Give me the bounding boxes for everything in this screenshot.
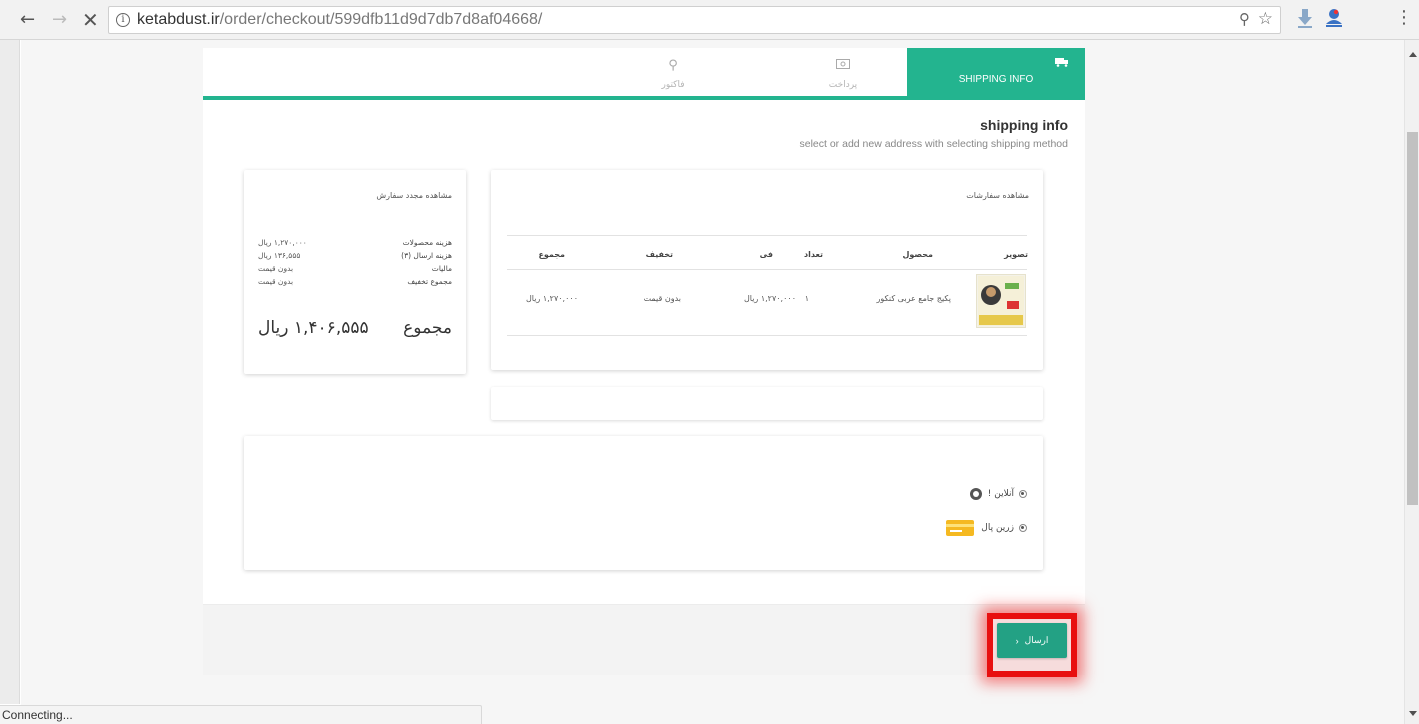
order-summary-card: مشاهده مجدد سفارش هزینه محصولات ۱,۲۷۰,۰۰… bbox=[244, 170, 466, 374]
column-header-total: مجموع bbox=[538, 250, 565, 259]
column-header-discount: تخفیف bbox=[645, 250, 673, 259]
extension-user-icon[interactable] bbox=[1324, 7, 1344, 29]
summary-title: مشاهده مجدد سفارش bbox=[376, 191, 452, 200]
bookmark-star-icon[interactable]: ☆ bbox=[1258, 9, 1273, 29]
product-thumbnail[interactable] bbox=[976, 274, 1026, 328]
stop-loading-icon[interactable]: ✕ bbox=[82, 10, 99, 30]
submit-button[interactable]: ارسال ‹ bbox=[997, 623, 1067, 658]
summary-value: ۱۳۶,۵۵۵ ریال bbox=[258, 251, 301, 260]
column-header-price: فی bbox=[759, 250, 773, 259]
kebab-menu-icon[interactable]: ⋮ bbox=[1395, 8, 1413, 28]
search-icon: ⚲ bbox=[668, 58, 678, 73]
table-divider bbox=[507, 269, 1027, 270]
forward-arrow-icon[interactable]: → bbox=[52, 10, 67, 30]
tab-payment-label: پرداخت bbox=[828, 80, 858, 90]
vertical-scrollbar[interactable] bbox=[1404, 40, 1419, 724]
summary-total-label: مجموع bbox=[403, 318, 452, 338]
url-path: /order/checkout/599dfb11d9d7db7d8af04668… bbox=[219, 11, 543, 28]
chevron-left-icon: ‹ bbox=[1015, 635, 1019, 646]
back-arrow-icon[interactable]: ← bbox=[20, 10, 35, 30]
payment-option-label: آنلاین ! bbox=[987, 489, 1014, 499]
payment-method-card: آنلاین ! زرین پال bbox=[244, 436, 1043, 570]
product-qty: ۱ bbox=[804, 294, 809, 303]
page-subtitle: select or add new address with selecting… bbox=[799, 138, 1069, 150]
book-cover-icon bbox=[978, 276, 1024, 326]
tab-shipping-label: SHIPPING INFO bbox=[958, 74, 1034, 85]
zarinpal-card-icon bbox=[946, 520, 975, 536]
summary-row: مالیات بدون قیمت bbox=[258, 264, 452, 275]
url-text[interactable]: ketabdust.ir/order/checkout/599dfb11d9d7… bbox=[137, 11, 542, 29]
column-header-product: محصول bbox=[902, 250, 933, 259]
payment-option-label: زرین پال bbox=[981, 523, 1014, 533]
column-header-qty: تعداد bbox=[804, 250, 823, 259]
address-bar[interactable]: i ketabdust.ir/order/checkout/599dfb11d9… bbox=[108, 6, 1281, 34]
radio-zarinpal[interactable] bbox=[1019, 524, 1027, 532]
truck-icon bbox=[1055, 58, 1068, 67]
summary-value: ۱,۲۷۰,۰۰۰ ریال bbox=[258, 238, 307, 247]
summary-total-value: ۱,۴۰۶,۵۵۵ ریال bbox=[258, 318, 369, 338]
scrollbar-thumb[interactable] bbox=[1407, 132, 1418, 505]
money-icon bbox=[773, 58, 913, 74]
status-bar: Connecting... bbox=[0, 705, 482, 724]
summary-row: هزینه محصولات ۱,۲۷۰,۰۰۰ ریال bbox=[258, 238, 452, 249]
tab-invoice-label: فاکتور bbox=[661, 80, 685, 90]
radio-online[interactable] bbox=[1019, 490, 1027, 498]
download-icon[interactable] bbox=[1296, 7, 1314, 29]
summary-label: مالیات bbox=[431, 264, 452, 273]
checkout-footer bbox=[203, 604, 1085, 675]
submit-label: ارسال bbox=[1024, 635, 1049, 645]
table-divider bbox=[507, 335, 1027, 336]
summary-value: بدون قیمت bbox=[258, 264, 294, 273]
summary-label: مجموع تخفیف bbox=[407, 277, 452, 286]
orders-title: مشاهده سفارشات bbox=[966, 191, 1029, 200]
product-price: ۱,۲۷۰,۰۰۰ ریال bbox=[743, 294, 796, 303]
tab-invoice[interactable]: ⚲ فاکتور bbox=[603, 48, 743, 96]
payment-option-online[interactable]: آنلاین ! bbox=[969, 484, 1027, 504]
table-divider bbox=[507, 235, 1027, 236]
summary-label: هزینه محصولات bbox=[402, 238, 452, 247]
tab-payment[interactable]: پرداخت bbox=[773, 48, 913, 96]
summary-value: بدون قیمت bbox=[258, 277, 294, 286]
summary-row: مجموع تخفیف بدون قیمت bbox=[258, 277, 452, 288]
zoom-icon[interactable]: ⚲ bbox=[1239, 10, 1250, 28]
online-pay-icon bbox=[969, 488, 982, 500]
payment-option-zarinpal[interactable]: زرین پال bbox=[944, 518, 1027, 538]
browser-toolbar: ← → ✕ i ketabdust.ir/order/checkout/599d… bbox=[0, 0, 1419, 40]
product-name[interactable]: پکیج جامع عربی کنکور bbox=[877, 294, 952, 303]
summary-row: هزینه ارسال (۳) ۱۳۶,۵۵۵ ریال bbox=[258, 251, 452, 262]
product-discount: بدون قیمت bbox=[643, 294, 681, 303]
empty-panel bbox=[491, 387, 1043, 420]
orders-card: مشاهده سفارشات تصویر محصول تعداد فی تخفی… bbox=[491, 170, 1043, 370]
checkout-steps: ⚲ فاکتور پرداخت SHIPPING INFO bbox=[203, 48, 1085, 100]
url-host: ketabdust.ir bbox=[137, 11, 220, 28]
product-total: ۱,۲۷۰,۰۰۰ ریال bbox=[525, 294, 578, 303]
tab-shipping[interactable]: SHIPPING INFO bbox=[907, 48, 1085, 96]
window-left-border bbox=[0, 40, 20, 704]
page-title: shipping info bbox=[980, 117, 1068, 133]
site-info-icon[interactable]: i bbox=[116, 13, 130, 27]
summary-total: مجموع ۱,۴۰۶,۵۵۵ ریال bbox=[258, 318, 452, 344]
scroll-down-icon[interactable] bbox=[1409, 711, 1417, 716]
column-header-image: تصویر bbox=[1004, 250, 1028, 259]
summary-label: هزینه ارسال (۳) bbox=[401, 251, 452, 260]
scroll-up-icon[interactable] bbox=[1409, 52, 1417, 57]
